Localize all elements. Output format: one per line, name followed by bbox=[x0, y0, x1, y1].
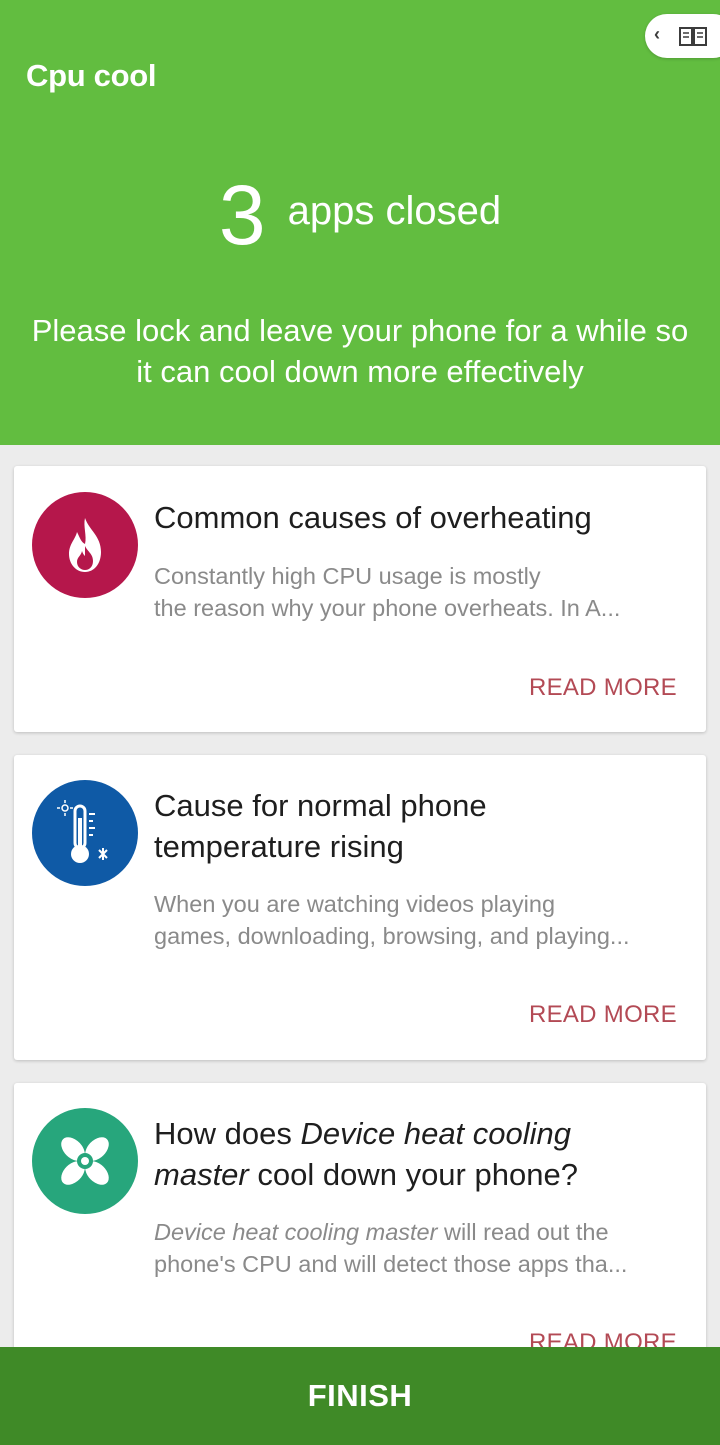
card-description: Device heat cooling master will read out… bbox=[154, 1219, 628, 1277]
chevron-left-icon: ‹ bbox=[654, 24, 660, 44]
book-icon bbox=[679, 27, 707, 46]
card-title: Common causes of overheating bbox=[154, 500, 592, 535]
read-more-button[interactable]: READ MORE bbox=[529, 674, 677, 702]
thermometer-icon bbox=[32, 780, 138, 886]
card-title: How does Device heat cooling master cool… bbox=[154, 1116, 578, 1192]
reader-mode-button[interactable]: ‹ bbox=[645, 14, 720, 58]
app-title: Cpu cool bbox=[26, 58, 157, 93]
card-title: Cause for normal phone temperature risin… bbox=[154, 788, 487, 864]
article-card-temperature-rising[interactable]: Cause for normal phone temperature risin… bbox=[14, 755, 706, 1060]
apps-closed-count: 3 bbox=[218, 168, 266, 262]
read-more-button[interactable]: READ MORE bbox=[529, 1001, 677, 1029]
card-description: Constantly high CPU usage is mostly the … bbox=[154, 563, 621, 621]
cpu-cool-screen: Cpu cool ‹ 3 apps closed Please lock and… bbox=[0, 0, 720, 1445]
apps-closed-label: apps closed bbox=[287, 189, 502, 233]
article-card-how-it-works[interactable]: How does Device heat cooling master cool… bbox=[14, 1083, 706, 1383]
cool-down-tip: Please lock and leave your phone for a w… bbox=[31, 313, 689, 389]
article-card-overheating-causes[interactable]: Common causes of overheating Constantly … bbox=[14, 466, 706, 732]
fan-icon bbox=[32, 1108, 138, 1214]
fire-icon bbox=[32, 492, 138, 598]
finish-button[interactable]: FINISH bbox=[0, 1347, 720, 1445]
card-description: When you are watching videos playing gam… bbox=[154, 891, 630, 949]
result-header: Cpu cool ‹ 3 apps closed Please lock and… bbox=[0, 0, 720, 445]
apps-closed-summary: 3 apps closed bbox=[0, 165, 720, 265]
